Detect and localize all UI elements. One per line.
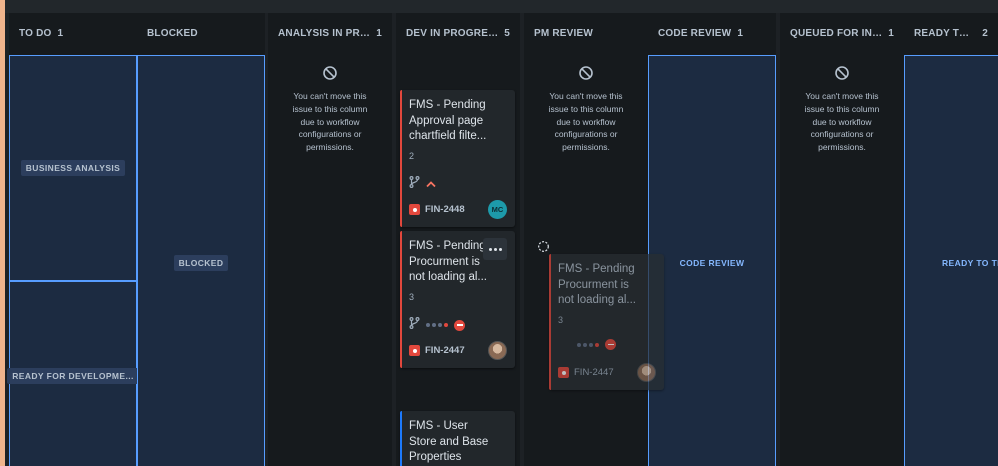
issue-card-fin-2448[interactable]: FMS - Pending Approval page chartfield f…	[400, 90, 515, 227]
left-edge-strip	[0, 0, 5, 466]
status-dots-icon	[577, 342, 599, 347]
column-name: QUEUED FOR INTEGR...	[790, 27, 882, 39]
not-allowed-icon	[834, 65, 850, 81]
board-topbar	[5, 0, 998, 13]
card-accent	[400, 90, 402, 227]
story-points: 2	[409, 151, 415, 161]
card-meta	[577, 339, 616, 350]
column-header-analysis: ANALYSIS IN PROGR... 1	[268, 13, 392, 53]
no-move-notice: You can't move this issue to this column…	[524, 65, 648, 154]
not-allowed-icon	[322, 65, 338, 81]
card-title: FMS - Pending Procurment is not loading …	[409, 240, 488, 284]
card-accent	[400, 231, 402, 368]
drag-cursor-icon	[537, 240, 550, 253]
dragged-issue-card[interactable]: FMS - Pending Procurment is not loading …	[549, 254, 664, 390]
bug-icon	[558, 367, 569, 378]
column-count: 5	[504, 27, 510, 39]
no-move-notice: You can't move this issue to this column…	[780, 65, 904, 154]
issue-key[interactable]: FIN-2448	[425, 204, 465, 215]
column-name: READY TO TEST	[914, 27, 977, 39]
column-count: 2	[982, 27, 988, 39]
column-name: CODE REVIEW	[658, 27, 732, 39]
drop-zone-label: BLOCKED	[173, 255, 229, 271]
column-name: TO DO	[19, 27, 52, 39]
card-key-row: FIN-2447	[409, 345, 465, 356]
column-count: 1	[737, 27, 744, 39]
column-name: ANALYSIS IN PROGR...	[278, 27, 370, 39]
issue-card-fin-2447[interactable]: FMS - Pending Procurment is not loading …	[400, 231, 515, 368]
no-move-message: You can't move this issue to this column…	[804, 91, 880, 153]
card-accent	[549, 254, 551, 390]
column-name: DEV IN PROGRESS	[406, 27, 499, 39]
column-header-ready-to-test: READY TO TEST 2	[904, 13, 998, 53]
no-move-message: You can't move this issue to this column…	[292, 91, 368, 153]
drop-zone-code-review[interactable]: CODE REVIEW	[648, 55, 776, 466]
issue-card-user-store[interactable]: FMS - User Store and Base Properties	[400, 411, 515, 466]
drop-zone-label: READY TO TEST	[942, 258, 998, 268]
more-actions-button[interactable]	[483, 238, 507, 260]
story-points: 3	[409, 292, 415, 302]
column-header-blocked: BLOCKED	[137, 13, 265, 53]
card-title: FMS - User Store and Base Properties	[409, 420, 489, 464]
issue-key: FIN-2447	[574, 367, 614, 378]
issue-key[interactable]: FIN-2447	[425, 345, 465, 356]
card-key-row: FIN-2447	[558, 367, 614, 378]
column-analysis-in-progress: ANALYSIS IN PROGR... 1 You can't move th…	[268, 13, 392, 466]
column-ready-to-test: READY TO TEST 2 READY TO TEST	[904, 13, 998, 466]
drop-zone-label: READY FOR DEVELOPME...	[7, 368, 139, 384]
bug-icon	[409, 345, 420, 356]
avatar[interactable]: MC	[488, 200, 507, 219]
column-count: 1	[376, 27, 382, 39]
card-accent	[400, 411, 402, 466]
column-header-dev: DEV IN PROGRESS 5	[396, 13, 520, 53]
card-meta	[409, 316, 465, 334]
card-title: FMS - Pending Procurment is not loading …	[558, 263, 637, 307]
story-points: 3	[558, 315, 564, 325]
priority-high-icon	[426, 175, 436, 193]
drop-zone-label: CODE REVIEW	[679, 258, 745, 268]
column-to-do: TO DO 1 BUSINESS ANALYSIS READY FOR DEVE…	[7, 13, 139, 466]
column-count: 1	[57, 27, 64, 39]
drop-zone-business-analysis[interactable]: BUSINESS ANALYSIS	[9, 55, 137, 281]
drop-zone-blocked[interactable]: BLOCKED	[137, 55, 265, 466]
column-header-to-do: TO DO 1	[9, 13, 137, 53]
card-key-row: FIN-2448	[409, 204, 465, 215]
not-allowed-icon	[578, 65, 594, 81]
column-header-queued: QUEUED FOR INTEGR... 1	[780, 13, 904, 53]
priority-blocker-icon	[605, 339, 616, 350]
column-header-pm-review: PM REVIEW	[524, 13, 648, 53]
drop-zone-label: BUSINESS ANALYSIS	[20, 160, 126, 176]
column-name: BLOCKED	[147, 27, 198, 39]
column-queued-for-integration: QUEUED FOR INTEGR... 1 You can't move th…	[780, 13, 904, 466]
branch-icon	[409, 316, 420, 334]
priority-blocker-icon	[454, 319, 465, 331]
column-code-review: CODE REVIEW 1 CODE REVIEW	[648, 13, 776, 466]
no-move-message: You can't move this issue to this column…	[548, 91, 624, 153]
status-dots-icon	[426, 323, 448, 327]
no-move-notice: You can't move this issue to this column…	[268, 65, 392, 154]
column-header-code-review: CODE REVIEW 1	[648, 13, 776, 53]
drop-zone-ready-for-development[interactable]: READY FOR DEVELOPME...	[7, 281, 139, 466]
card-title: FMS - Pending Approval page chartfield f…	[409, 99, 487, 143]
bug-icon	[409, 204, 420, 215]
drop-zone-ready-to-test[interactable]: READY TO TEST	[904, 55, 998, 466]
column-name: PM REVIEW	[534, 27, 594, 39]
branch-icon	[409, 175, 420, 193]
card-meta	[409, 175, 436, 193]
avatar	[637, 363, 656, 382]
column-count: 1	[888, 27, 894, 39]
column-blocked: BLOCKED BLOCKED	[137, 13, 265, 466]
avatar[interactable]	[488, 341, 507, 360]
